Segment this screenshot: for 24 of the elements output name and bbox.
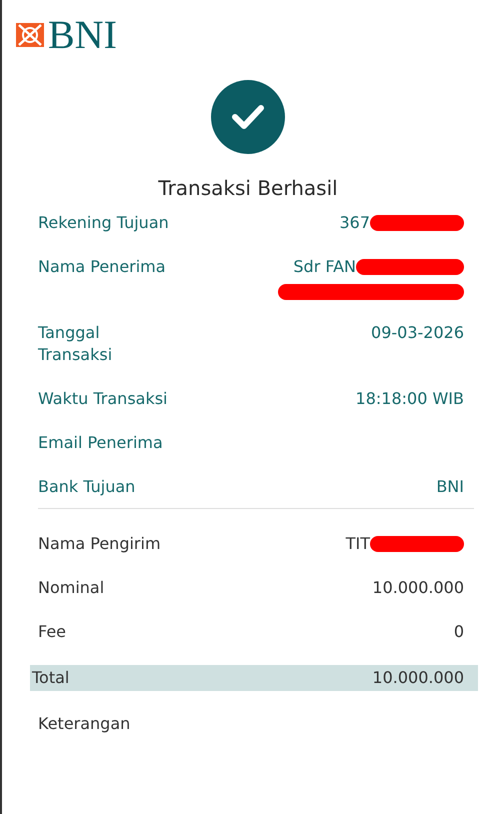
detail-label: Waktu Transaksi [38, 388, 168, 410]
status-title: Transaksi Berhasil [158, 176, 338, 200]
success-check-icon [211, 80, 285, 154]
summary-label: Nominal [38, 577, 106, 599]
value-text: 10.000.000 [372, 667, 464, 689]
value-text: TIT [346, 533, 370, 555]
bank-logo: BNI [48, 15, 117, 55]
value-text: 18:18:00 WIB [356, 388, 464, 410]
value-text: Sdr FAN [293, 256, 356, 278]
value-text: 10.000.000 [372, 577, 464, 599]
value-text: BNI [436, 476, 464, 498]
detail-label: Tanggal Transaksi [38, 322, 114, 366]
summary-label: Total [32, 667, 70, 689]
value-text: 0 [454, 621, 464, 643]
summary-label: Nama Pengirim [38, 533, 162, 555]
logo-icon [16, 21, 44, 49]
detail-label: Nama Penerima [38, 256, 167, 278]
value-text: 09-03-2026 [371, 322, 464, 344]
detail-label: Rekening Tujuan [38, 212, 170, 234]
summary-label: Fee [38, 621, 68, 643]
summary-label: Keterangan [38, 713, 132, 735]
value-text: 367 [339, 212, 370, 234]
detail-label: Bank Tujuan [38, 476, 136, 498]
detail-label: Email Penerima [38, 432, 164, 454]
